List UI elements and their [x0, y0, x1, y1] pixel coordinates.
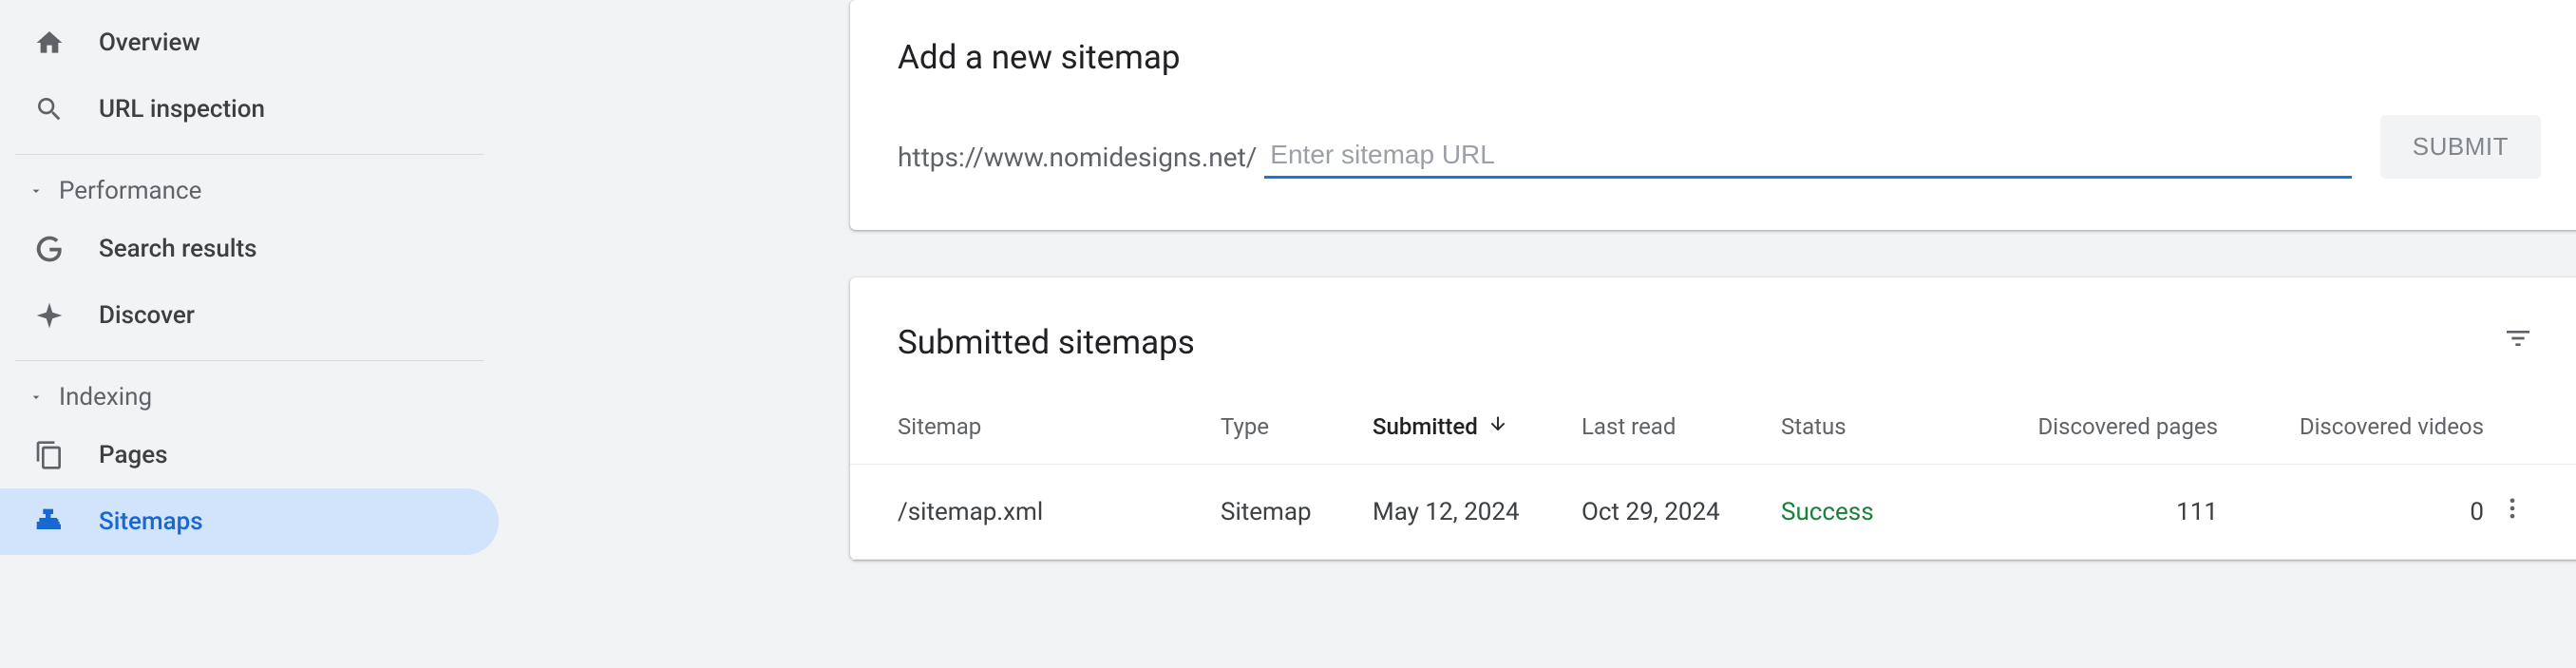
submit-button[interactable]: SUBMIT: [2380, 115, 2541, 179]
col-header-type[interactable]: Type: [1221, 413, 1373, 440]
col-header-videos[interactable]: Discovered videos: [2218, 413, 2484, 440]
sidebar-section-label: Indexing: [59, 383, 152, 411]
filter-icon: [2503, 323, 2533, 362]
home-icon: [32, 26, 66, 60]
cell-pages: 111: [1971, 498, 2218, 526]
table-header: Sitemap Type Submitted Last read Status …: [850, 389, 2576, 465]
col-header-submitted[interactable]: Submitted: [1373, 413, 1582, 440]
cell-type: Sitemap: [1221, 498, 1373, 526]
sidebar-section-indexing[interactable]: Indexing: [0, 372, 499, 422]
main-content: Add a new sitemap https://www.nomidesign…: [499, 0, 2576, 668]
sidebar-item-search-results[interactable]: Search results: [0, 216, 499, 282]
row-menu-button[interactable]: [2493, 489, 2531, 534]
sidebar: Overview URL inspection Performance Sear…: [0, 0, 499, 668]
search-icon: [32, 92, 66, 126]
table-row[interactable]: /sitemap.xml Sitemap May 12, 2024 Oct 29…: [850, 465, 2576, 560]
more-vert-icon: [2499, 500, 2526, 528]
arrow-down-icon: [1487, 413, 1508, 440]
filter-button[interactable]: [2495, 315, 2541, 370]
cell-sitemap: /sitemap.xml: [898, 498, 1221, 526]
sidebar-item-label: Discover: [99, 301, 195, 330]
add-sitemap-card: Add a new sitemap https://www.nomidesign…: [850, 0, 2576, 230]
sidebar-item-pages[interactable]: Pages: [0, 422, 499, 488]
col-header-sitemap[interactable]: Sitemap: [898, 413, 1221, 440]
card-title: Submitted sitemaps: [898, 323, 1195, 362]
sitemap-url-input[interactable]: [1264, 136, 2351, 179]
google-icon: [32, 232, 66, 266]
col-header-last-read[interactable]: Last read: [1582, 413, 1781, 440]
sidebar-item-label: URL inspection: [99, 95, 265, 124]
discover-icon: [32, 298, 66, 333]
chevron-down-icon: [27, 181, 46, 200]
sidebar-item-label: Overview: [99, 29, 200, 57]
col-header-status[interactable]: Status: [1781, 413, 1971, 440]
sidebar-item-discover[interactable]: Discover: [0, 282, 499, 349]
pages-icon: [32, 438, 66, 472]
cell-videos: 0: [2218, 498, 2484, 526]
sidebar-item-sitemaps[interactable]: Sitemaps: [0, 488, 499, 555]
col-header-pages[interactable]: Discovered pages: [1971, 413, 2218, 440]
sidebar-item-label: Search results: [99, 235, 257, 263]
sidebar-item-label: Sitemaps: [99, 507, 203, 536]
cell-submitted: May 12, 2024: [1373, 498, 1582, 526]
chevron-down-icon: [27, 388, 46, 407]
url-prefix: https://www.nomidesigns.net/: [898, 142, 1257, 179]
card-title: Add a new sitemap: [898, 38, 1181, 77]
sidebar-item-url-inspection[interactable]: URL inspection: [0, 76, 499, 143]
cell-status: Success: [1781, 498, 1971, 526]
sitemap-icon: [32, 505, 66, 539]
sidebar-section-performance[interactable]: Performance: [0, 166, 499, 216]
sidebar-section-label: Performance: [59, 177, 201, 205]
divider: [15, 154, 483, 155]
sidebar-item-overview[interactable]: Overview: [0, 10, 499, 76]
sidebar-item-label: Pages: [99, 441, 168, 469]
cell-last-read: Oct 29, 2024: [1582, 498, 1781, 526]
submitted-sitemaps-card: Submitted sitemaps Sitemap Type Submitte…: [850, 277, 2576, 560]
divider: [15, 360, 483, 361]
